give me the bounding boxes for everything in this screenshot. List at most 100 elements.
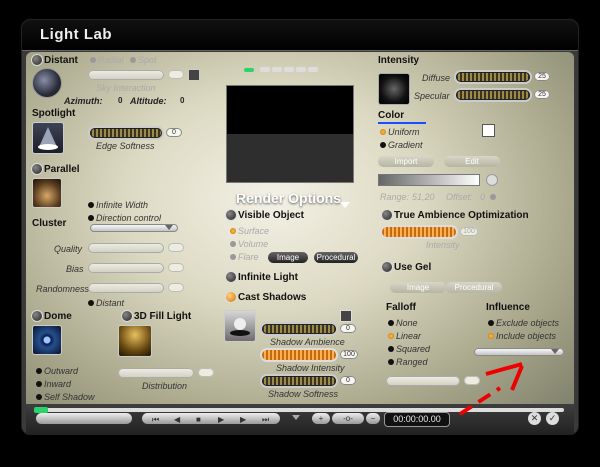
fill-light-thumbnail[interactable] bbox=[118, 325, 152, 357]
shadow-softness-label: Shadow Softness bbox=[268, 389, 339, 399]
key-navigate-button[interactable]: -o- bbox=[332, 413, 364, 424]
randomness-value[interactable] bbox=[168, 283, 184, 292]
intensity-thumbnail[interactable] bbox=[378, 73, 410, 105]
shadow-color-swatch[interactable] bbox=[340, 310, 352, 322]
bias-slider[interactable] bbox=[88, 263, 164, 273]
fill-light-toggle[interactable] bbox=[122, 311, 132, 321]
falloff-none-radio[interactable] bbox=[388, 320, 394, 326]
diffuse-slider[interactable] bbox=[456, 72, 530, 82]
edit-button[interactable]: Edit bbox=[444, 156, 500, 167]
specular-value[interactable]: 25 bbox=[534, 90, 550, 99]
influence-object-dropdown[interactable] bbox=[474, 348, 564, 356]
confirm-icon[interactable]: ✓ bbox=[546, 412, 559, 425]
distant-radio[interactable] bbox=[88, 300, 94, 306]
surface-radio[interactable] bbox=[230, 228, 236, 234]
outward-radio[interactable] bbox=[36, 368, 42, 374]
dome-label: Dome bbox=[44, 311, 72, 322]
dome-toggle[interactable] bbox=[32, 311, 42, 321]
uniform-color-swatch[interactable] bbox=[482, 124, 495, 137]
parallel-toggle[interactable] bbox=[32, 164, 42, 174]
exclude-objects-radio[interactable] bbox=[488, 320, 494, 326]
step-back-icon[interactable]: ◀ bbox=[174, 415, 180, 424]
exclude-objects-label: Exclude objects bbox=[496, 318, 560, 328]
gel-procedural-button[interactable]: Procedural bbox=[446, 282, 502, 293]
gel-image-button[interactable]: Image bbox=[390, 282, 446, 293]
falloff-squared-radio[interactable] bbox=[388, 346, 394, 352]
diffuse-value[interactable]: 25 bbox=[534, 72, 550, 81]
preset-slot-3[interactable] bbox=[284, 67, 294, 72]
spot-radio[interactable] bbox=[130, 57, 136, 63]
spotlight-thumbnail[interactable] bbox=[32, 122, 64, 154]
radial-radio[interactable] bbox=[90, 57, 96, 63]
gradient-add-button[interactable] bbox=[486, 174, 498, 186]
uniform-radio[interactable] bbox=[380, 129, 386, 135]
flare-image-button[interactable]: Image bbox=[268, 252, 308, 263]
edge-softness-slider[interactable] bbox=[90, 128, 162, 138]
add-key-button[interactable]: + bbox=[312, 413, 330, 424]
options-arrow-icon[interactable] bbox=[292, 415, 300, 420]
shadow-ambience-slider[interactable] bbox=[262, 324, 336, 334]
tao-intensity-value[interactable]: 100 bbox=[460, 227, 478, 236]
shadow-intensity-slider[interactable] bbox=[262, 350, 336, 360]
include-objects-radio[interactable] bbox=[488, 333, 494, 339]
preset-slot-5[interactable] bbox=[308, 67, 318, 72]
render-options-arrow-icon[interactable] bbox=[340, 202, 350, 208]
tao-toggle[interactable] bbox=[382, 210, 392, 220]
edge-softness-value[interactable]: 0 bbox=[166, 128, 182, 137]
skip-to-end-icon[interactable]: ⏭ bbox=[262, 415, 269, 425]
falloff-range-value[interactable] bbox=[464, 376, 480, 385]
infinite-width-radio[interactable] bbox=[88, 202, 94, 208]
falloff-linear-radio[interactable] bbox=[388, 333, 394, 339]
sky-interaction-slider[interactable] bbox=[88, 70, 164, 80]
play-icon[interactable]: ▶ bbox=[218, 415, 224, 424]
dome-thumbnail[interactable] bbox=[32, 325, 62, 355]
preset-slot-2[interactable] bbox=[272, 67, 282, 72]
use-gel-label: Use Gel bbox=[394, 262, 432, 273]
infinite-light-toggle[interactable] bbox=[226, 272, 236, 282]
shadow-intensity-value[interactable]: 100 bbox=[340, 350, 358, 359]
sky-interaction-value[interactable] bbox=[168, 70, 184, 79]
keyframe-strip[interactable] bbox=[36, 413, 132, 424]
offset-stepper[interactable] bbox=[490, 194, 496, 200]
specular-slider[interactable] bbox=[456, 90, 530, 100]
gradient-radio[interactable] bbox=[380, 142, 386, 148]
time-display[interactable]: 00:00:00.00 bbox=[384, 412, 450, 427]
import-button[interactable]: Import bbox=[378, 156, 434, 167]
gradient-bar[interactable] bbox=[378, 174, 480, 186]
distant-toggle[interactable] bbox=[32, 55, 42, 65]
flare-procedural-button[interactable]: Procedural bbox=[314, 252, 358, 263]
quality-value[interactable] bbox=[168, 243, 184, 252]
parallel-thumbnail[interactable] bbox=[32, 178, 62, 208]
use-gel-toggle[interactable] bbox=[382, 262, 392, 272]
volume-radio[interactable] bbox=[230, 241, 236, 247]
tao-intensity-slider[interactable] bbox=[382, 227, 456, 237]
visible-object-toggle[interactable] bbox=[226, 210, 236, 220]
skip-to-start-icon[interactable]: ⏮ bbox=[152, 415, 159, 425]
bias-value[interactable] bbox=[168, 263, 184, 272]
quality-slider[interactable] bbox=[88, 243, 164, 253]
distant-thumbnail[interactable] bbox=[32, 68, 62, 98]
preset-slot-4[interactable] bbox=[296, 67, 306, 72]
stop-icon[interactable]: ■ bbox=[196, 415, 201, 424]
cancel-icon[interactable]: ✕ bbox=[528, 412, 541, 425]
cluster-dropdown[interactable] bbox=[90, 224, 178, 232]
preset-slot-1[interactable] bbox=[260, 67, 270, 72]
falloff-range-slider[interactable] bbox=[386, 376, 460, 386]
shadow-ambience-value[interactable]: 0 bbox=[340, 324, 356, 333]
shadow-thumbnail[interactable] bbox=[224, 310, 256, 342]
cast-shadows-toggle[interactable] bbox=[226, 292, 236, 302]
randomness-slider[interactable] bbox=[88, 283, 164, 293]
direction-control-radio[interactable] bbox=[88, 215, 94, 221]
distribution-slider[interactable] bbox=[118, 368, 194, 378]
distribution-value[interactable] bbox=[198, 368, 214, 377]
step-forward-icon[interactable]: ▶ bbox=[240, 415, 246, 424]
shadow-softness-value[interactable]: 0 bbox=[340, 376, 356, 385]
self-shadow-radio[interactable] bbox=[36, 394, 42, 400]
falloff-ranged-radio[interactable] bbox=[388, 359, 394, 365]
timeline-track[interactable] bbox=[34, 408, 564, 412]
shadow-softness-slider[interactable] bbox=[262, 376, 336, 386]
remove-key-button[interactable]: − bbox=[366, 413, 380, 424]
inward-radio[interactable] bbox=[36, 381, 42, 387]
flare-radio[interactable] bbox=[230, 254, 236, 260]
sky-color-swatch[interactable] bbox=[188, 69, 200, 81]
